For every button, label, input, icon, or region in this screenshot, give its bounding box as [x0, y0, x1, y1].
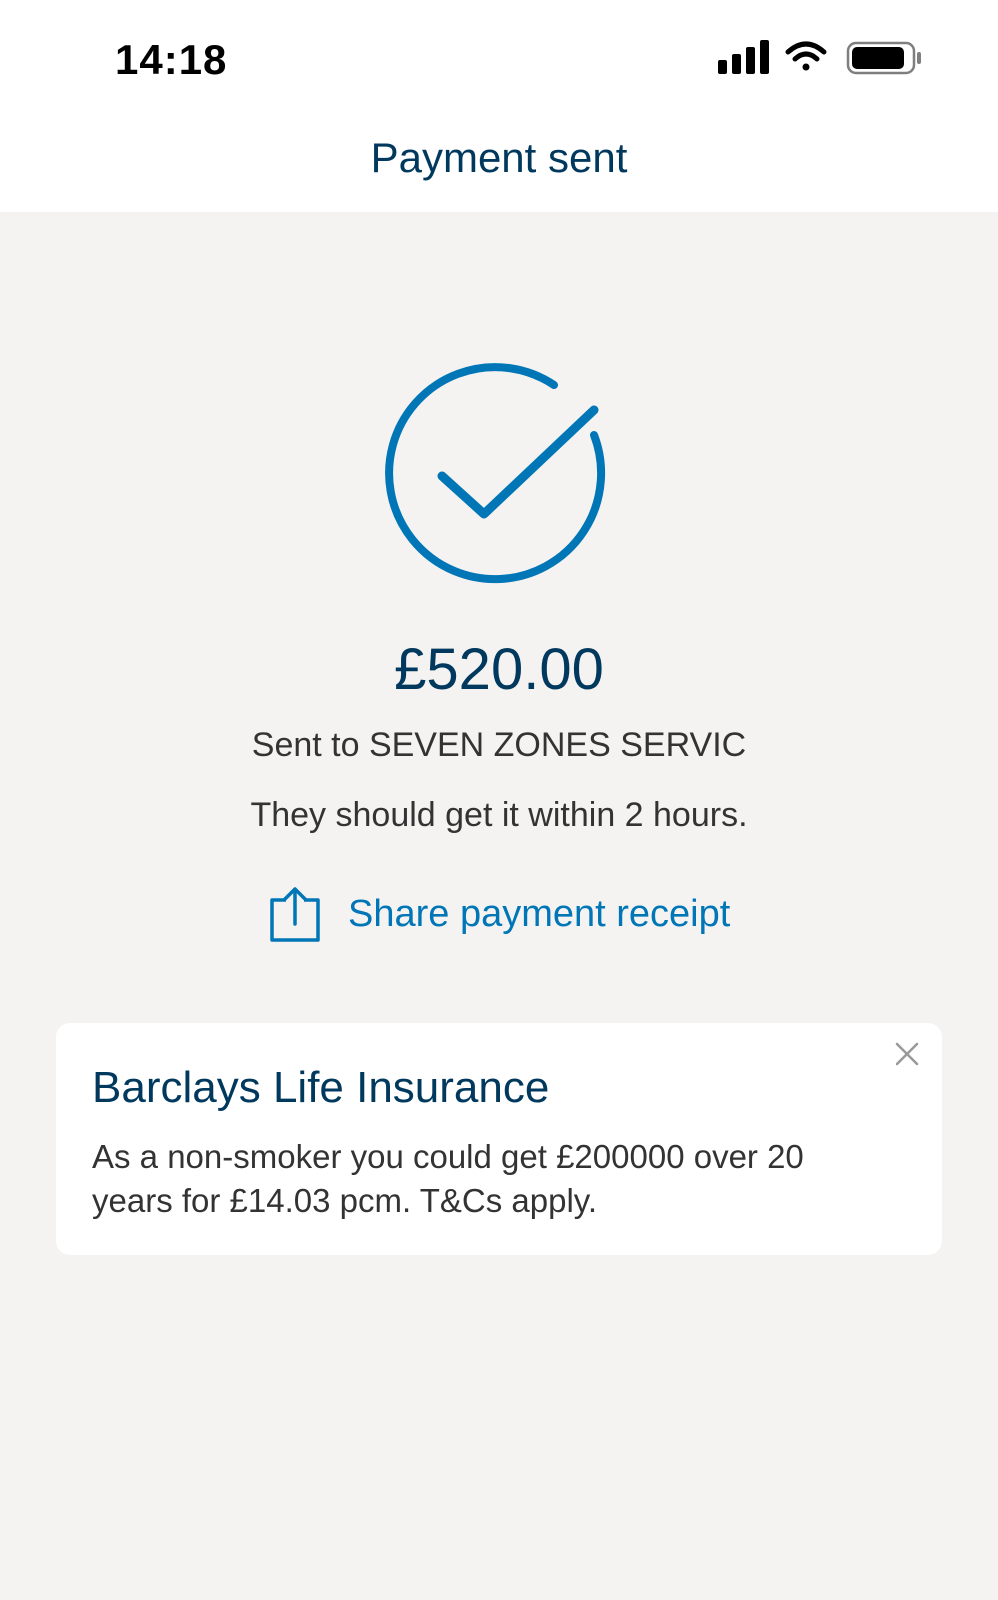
status-icons — [718, 38, 928, 78]
close-icon[interactable] — [892, 1039, 922, 1069]
promo-title: Barclays Life Insurance — [92, 1063, 550, 1112]
signal-icon — [718, 40, 769, 74]
page-title: Payment sent — [370, 134, 628, 181]
check-circle-icon — [384, 360, 616, 592]
status-time: 14:18 — [115, 36, 228, 83]
promo-body: As a non-smoker you could get £200000 ov… — [92, 1138, 804, 1219]
status-bar: 14:18 — [0, 0, 998, 110]
share-receipt-label: Share payment receipt — [348, 892, 731, 935]
wifi-icon — [785, 41, 827, 71]
share-receipt-button[interactable]: Share payment receipt — [268, 884, 730, 944]
payment-amount: £520.00 — [394, 637, 604, 702]
recipient-text: Sent to SEVEN ZONES SERVIC — [251, 726, 747, 764]
share-icon — [270, 887, 320, 942]
battery-icon — [846, 41, 921, 75]
nav-bar: Payment sent — [0, 110, 998, 212]
promo-card[interactable]: Barclays Life Insurance As a non-smoker … — [56, 1023, 942, 1255]
eta-text: They should get it within 2 hours. — [250, 796, 748, 834]
